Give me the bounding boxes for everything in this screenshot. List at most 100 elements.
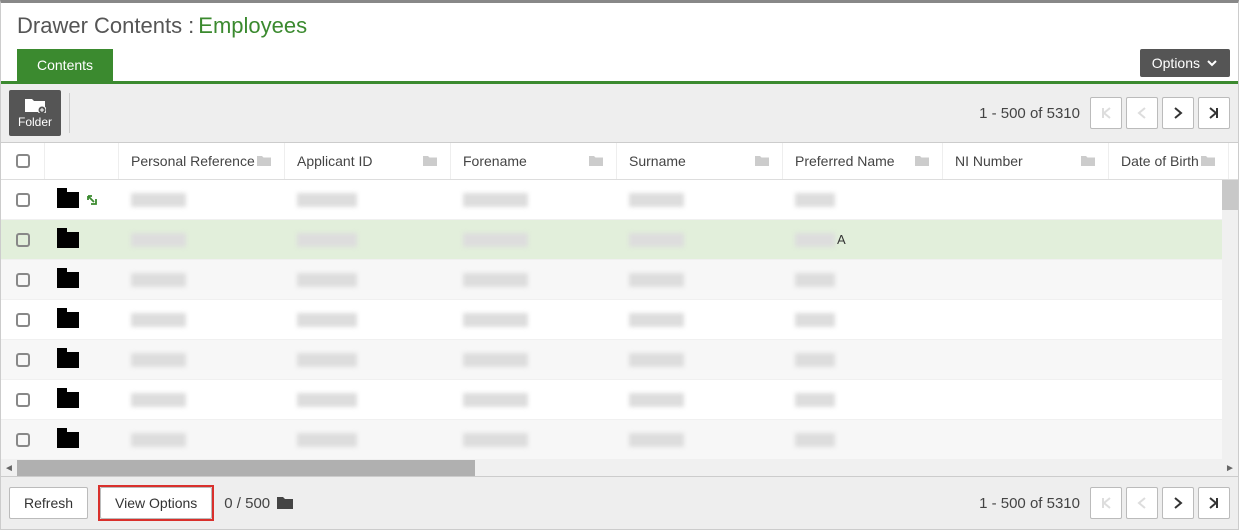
table-cell [119, 233, 285, 247]
row-checkbox[interactable] [16, 273, 30, 287]
folder-button-label: Folder [18, 115, 52, 129]
redacted-value [629, 313, 684, 327]
tab-contents[interactable]: Contents [17, 49, 113, 81]
table-cell [285, 313, 451, 327]
table-cell [783, 393, 943, 407]
table-cell [451, 233, 617, 247]
first-page-button[interactable] [1090, 97, 1122, 129]
table-cell [617, 393, 783, 407]
row-select-cell [1, 193, 45, 207]
table-cell [119, 193, 285, 207]
table-body: A [1, 180, 1238, 460]
column-surname[interactable]: Surname [617, 143, 783, 179]
folder-icon [57, 232, 79, 248]
last-page-button[interactable] [1198, 97, 1230, 129]
pagination-nav-bottom [1090, 487, 1230, 519]
row-checkbox[interactable] [16, 233, 30, 247]
table-cell [783, 273, 943, 287]
redacted-value [629, 233, 684, 247]
row-checkbox[interactable] [16, 433, 30, 447]
pagination-info-top: 1 - 500 of 5310 [979, 105, 1080, 122]
column-label: Date of Birth [1121, 153, 1199, 169]
table-row[interactable] [1, 380, 1238, 420]
table-cell [451, 313, 617, 327]
last-page-button[interactable] [1198, 487, 1230, 519]
redacted-value [795, 433, 835, 447]
table-cell [783, 193, 943, 207]
page-header: Drawer Contents : Employees [1, 3, 1238, 49]
data-table: Personal Reference Applicant ID Forename… [1, 143, 1238, 476]
folder-icon [588, 155, 604, 167]
next-page-button[interactable] [1162, 97, 1194, 129]
row-checkbox[interactable] [16, 353, 30, 367]
table-cell [783, 433, 943, 447]
redacted-value [629, 273, 684, 287]
row-icon-cell [45, 352, 119, 368]
view-options-button[interactable]: View Options [100, 487, 212, 519]
column-label: Preferred Name [795, 153, 895, 169]
folder-icon [57, 392, 79, 408]
prev-page-button[interactable] [1126, 97, 1158, 129]
redacted-value [131, 433, 186, 447]
table-row[interactable]: A [1, 220, 1238, 260]
table-cell [783, 313, 943, 327]
table-row[interactable] [1, 420, 1238, 460]
column-personal-reference[interactable]: Personal Reference [119, 143, 285, 179]
scrollbar-thumb[interactable] [1222, 180, 1238, 210]
redacted-value [795, 353, 835, 367]
table-row[interactable] [1, 300, 1238, 340]
column-label: Forename [463, 153, 527, 169]
table-row[interactable] [1, 180, 1238, 220]
redacted-value [463, 233, 528, 247]
row-checkbox[interactable] [16, 193, 30, 207]
next-page-button[interactable] [1162, 487, 1194, 519]
prev-page-button[interactable] [1126, 487, 1158, 519]
redacted-value [131, 313, 186, 327]
table-cell [617, 353, 783, 367]
redacted-value [297, 353, 357, 367]
column-ni-number[interactable]: NI Number [943, 143, 1109, 179]
select-all-header[interactable] [1, 143, 45, 179]
chevron-down-icon [1206, 57, 1218, 69]
redacted-value [463, 433, 528, 447]
new-folder-button[interactable]: Folder [9, 90, 61, 136]
refresh-button[interactable]: Refresh [9, 487, 88, 519]
folder-icon [256, 155, 272, 167]
column-forename[interactable]: Forename [451, 143, 617, 179]
horizontal-scrollbar[interactable]: ◄ ► [1, 460, 1238, 476]
table-cell [285, 433, 451, 447]
pagination-info-bottom: 1 - 500 of 5310 [979, 495, 1080, 512]
scrollbar-thumb[interactable] [17, 460, 475, 476]
scroll-left-arrow[interactable]: ◄ [1, 460, 17, 476]
row-select-cell [1, 233, 45, 247]
redacted-value [463, 193, 528, 207]
options-button[interactable]: Options [1140, 49, 1230, 77]
folder-icon [57, 272, 79, 288]
redacted-value [795, 233, 835, 247]
row-select-cell [1, 313, 45, 327]
row-icon-cell [45, 392, 119, 408]
redacted-value [795, 193, 835, 207]
folder-icon [1080, 155, 1096, 167]
table-cell [119, 433, 285, 447]
row-checkbox[interactable] [16, 313, 30, 327]
column-applicant-id[interactable]: Applicant ID [285, 143, 451, 179]
table-cell: A [783, 232, 943, 247]
row-select-cell [1, 353, 45, 367]
table-row[interactable] [1, 260, 1238, 300]
row-icon-cell [45, 232, 119, 248]
redacted-value [629, 193, 684, 207]
table-cell [119, 273, 285, 287]
table-row[interactable] [1, 340, 1238, 380]
vertical-scrollbar[interactable] [1222, 180, 1238, 460]
first-page-button[interactable] [1090, 487, 1122, 519]
column-preferred-name[interactable]: Preferred Name [783, 143, 943, 179]
column-date-of-birth[interactable]: Date of Birth [1109, 143, 1229, 179]
scroll-right-arrow[interactable]: ► [1222, 460, 1238, 476]
open-external-icon[interactable] [85, 193, 99, 207]
folder-icon [754, 155, 770, 167]
column-label: Personal Reference [131, 153, 255, 169]
redacted-value [629, 393, 684, 407]
select-all-checkbox[interactable] [16, 154, 30, 168]
row-checkbox[interactable] [16, 393, 30, 407]
